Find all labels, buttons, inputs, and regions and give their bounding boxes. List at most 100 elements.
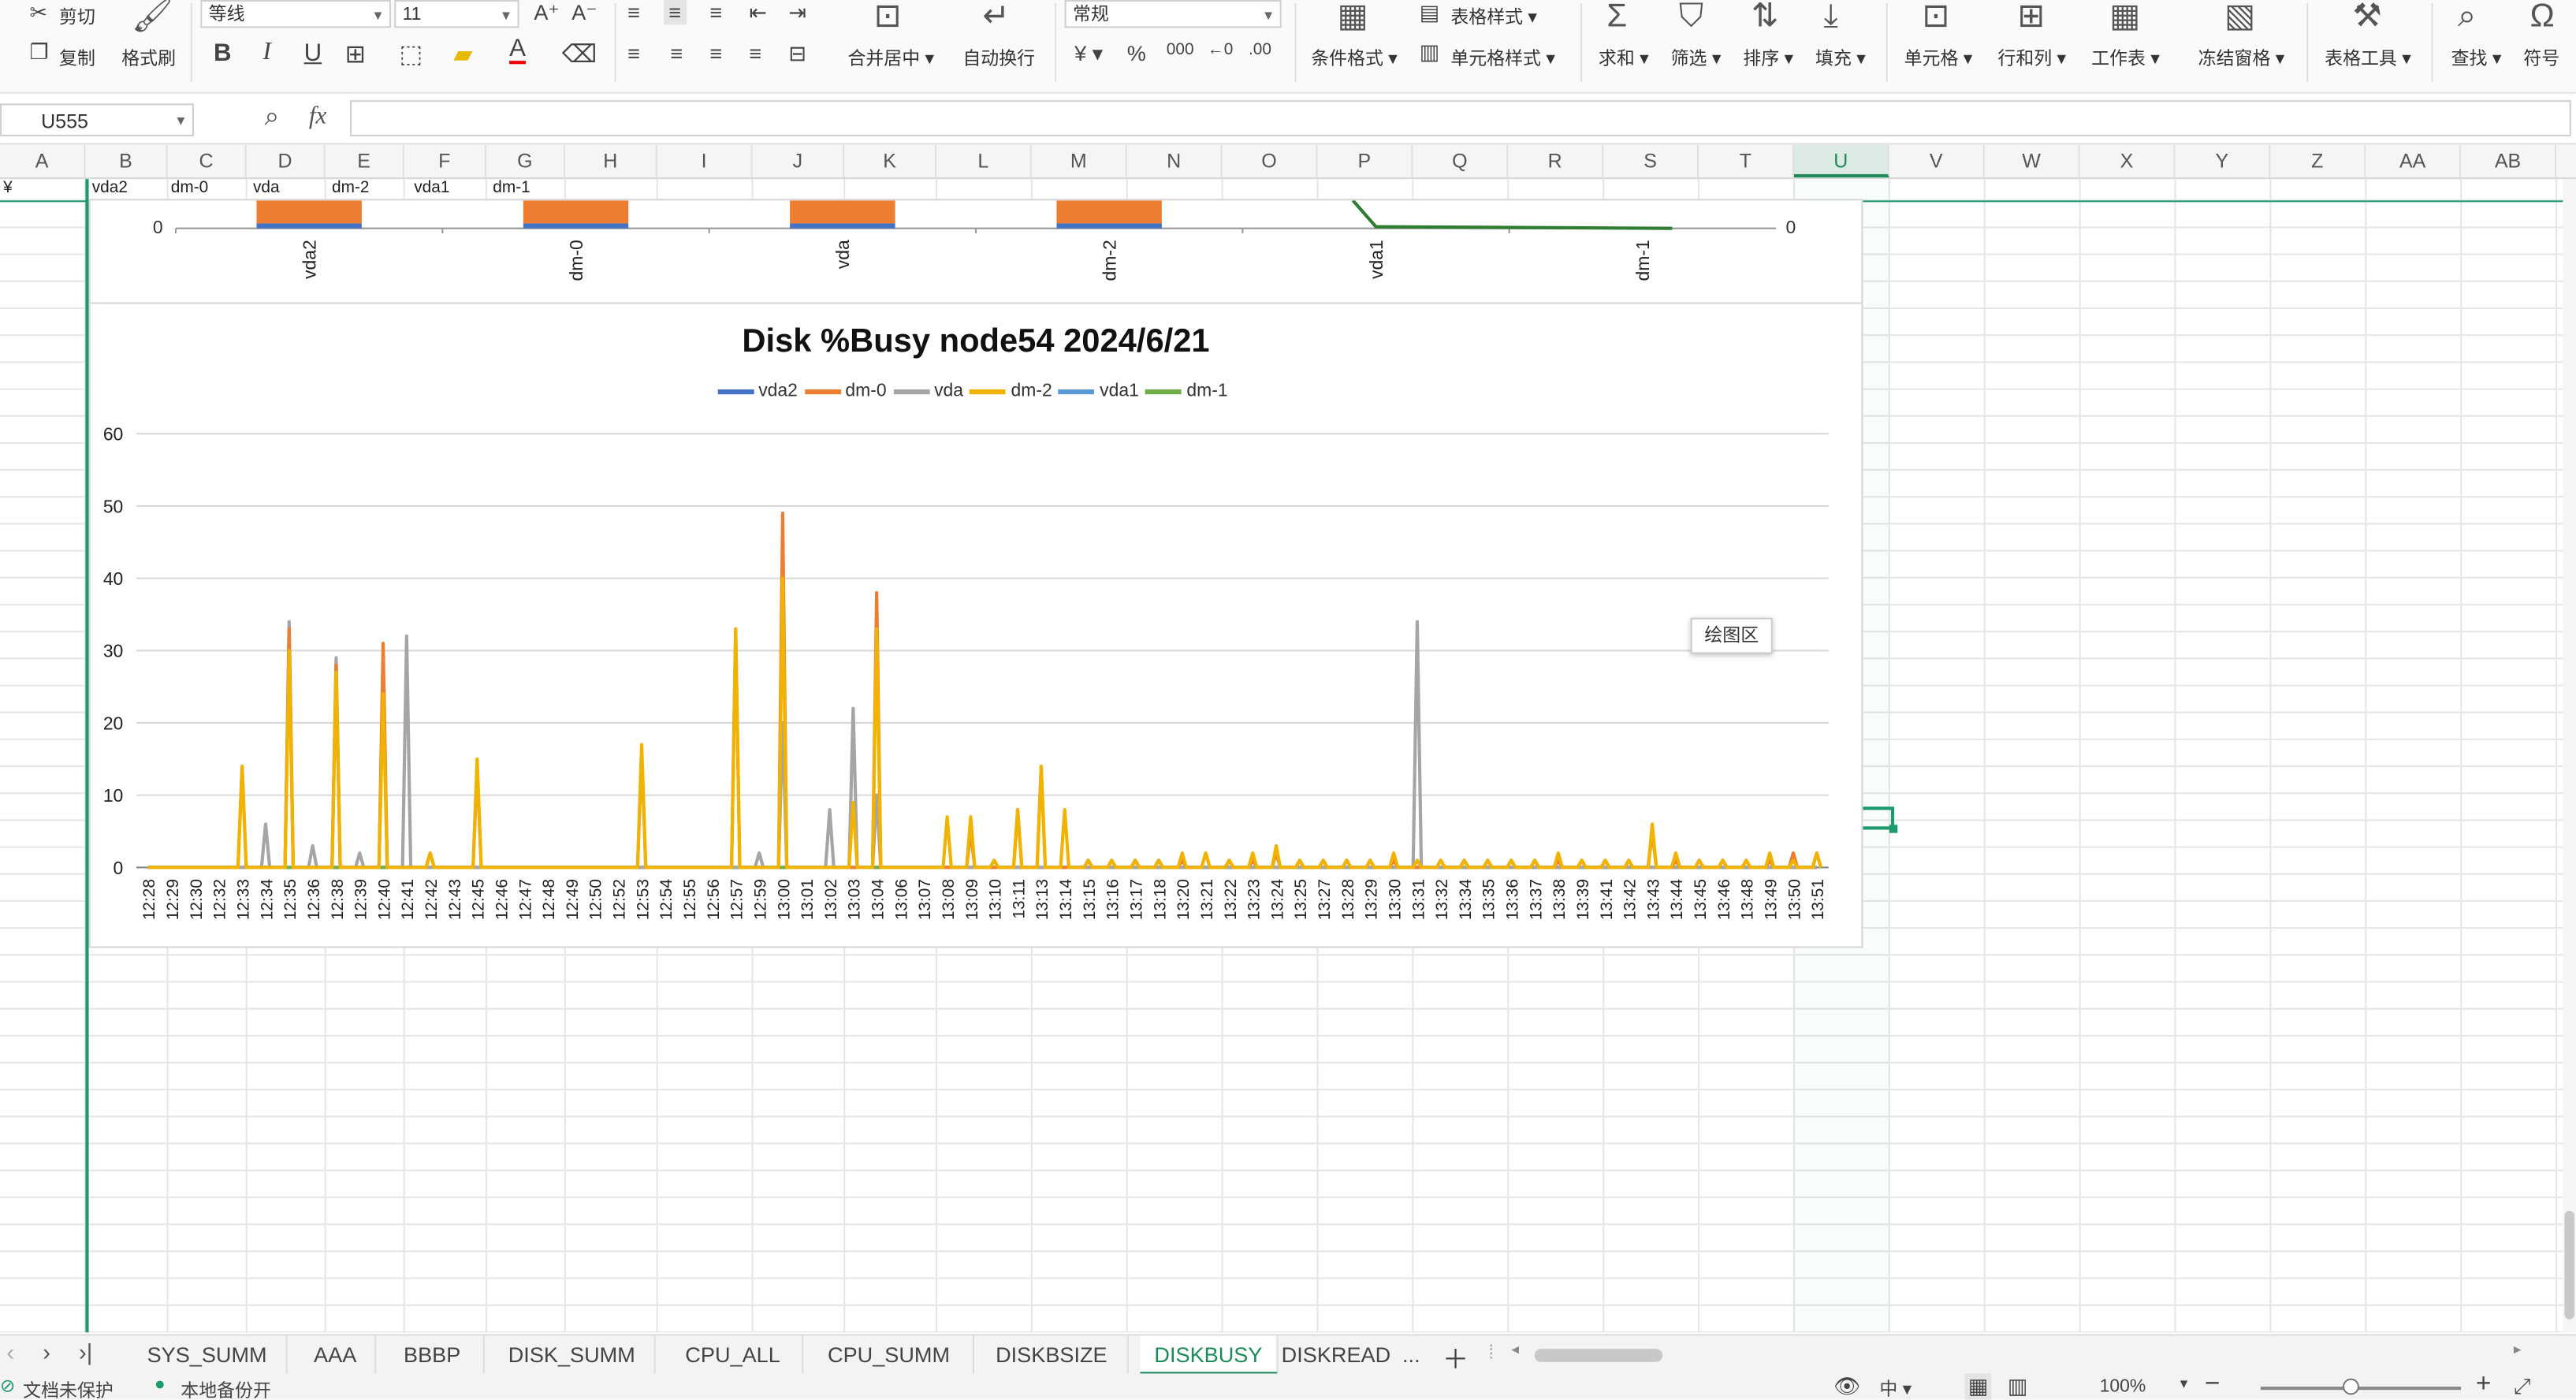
fill-icon[interactable]: ⤓: [1823, 0, 1837, 33]
filter-icon[interactable]: ⛉: [1679, 0, 1703, 33]
currency-icon[interactable]: ¥ ▾: [1074, 41, 1103, 67]
normal-view-icon[interactable]: ▦: [1964, 1373, 1992, 1400]
column-header-c[interactable]: C: [168, 144, 247, 178]
worksheet-button[interactable]: 工作表 ▾: [2091, 44, 2160, 70]
sheet-tab-diskbusy[interactable]: DISKBUSY: [1140, 1335, 1279, 1376]
italic-icon[interactable]: I: [262, 39, 270, 67]
search-icon[interactable]: ⌕: [2458, 0, 2476, 33]
column-header-o[interactable]: O: [1223, 144, 1318, 178]
cell-style-icon[interactable]: ▥: [1420, 39, 1440, 65]
column-header-k[interactable]: K: [844, 144, 936, 178]
cell-style-button[interactable]: 单元格样式 ▾: [1450, 44, 1555, 70]
cell-c[interactable]: dm-0: [171, 179, 209, 197]
protect-status[interactable]: 文档未保护: [23, 1377, 114, 1400]
fill-handle[interactable]: [1889, 825, 1898, 833]
column-header-v[interactable]: V: [1889, 144, 1985, 178]
cell-icon[interactable]: ⊡: [1923, 0, 1950, 33]
copy-button[interactable]: 复制: [59, 44, 95, 70]
column-header-y[interactable]: Y: [2175, 144, 2271, 178]
bold-icon[interactable]: B: [214, 39, 232, 67]
cell-d[interactable]: vda: [253, 179, 280, 197]
column-header-i[interactable]: I: [657, 144, 753, 178]
font-color-icon[interactable]: A: [509, 36, 526, 65]
column-header-x[interactable]: X: [2080, 144, 2176, 178]
decrease-font-icon[interactable]: A⁻: [571, 0, 597, 26]
zoom-out-icon[interactable]: −: [2205, 1370, 2220, 1400]
zoom-dropdown-icon[interactable]: ▾: [2180, 1375, 2187, 1393]
eye-icon[interactable]: 👁: [1833, 1373, 1860, 1399]
cell-a[interactable]: ¥: [3, 179, 13, 197]
column-header-ab[interactable]: AB: [2461, 144, 2557, 178]
column-header-w[interactable]: W: [1985, 144, 2080, 178]
cell-b[interactable]: vda2: [92, 179, 128, 197]
scroll-right-icon[interactable]: ▸: [2514, 1341, 2521, 1359]
align-bottom-icon[interactable]: ≡: [709, 0, 722, 24]
column-header-aa[interactable]: AA: [2366, 144, 2462, 178]
cell-button[interactable]: 单元格 ▾: [1904, 44, 1973, 70]
sheet-tab-cpu-all[interactable]: CPU_ALL: [664, 1335, 804, 1376]
format-painter-button[interactable]: 格式刷: [121, 44, 176, 70]
cell-fill-icon[interactable]: ⬚: [399, 39, 423, 69]
zoom-slider[interactable]: [2260, 1387, 2462, 1391]
formula-input[interactable]: [349, 100, 2571, 136]
eraser-icon[interactable]: ⌫: [562, 39, 597, 69]
copy-icon[interactable]: ❐: [30, 39, 49, 65]
horizontal-scroll-thumb[interactable]: [1534, 1349, 1663, 1362]
disk-busy-chart[interactable]: Disk %Busy node54 2024/6/21 vda2 dm-0 vda d…: [88, 302, 1863, 948]
sheet-tab-aaa[interactable]: AAA: [296, 1335, 377, 1376]
column-header-l[interactable]: L: [936, 144, 1032, 178]
vertical-scrollbar[interactable]: [2563, 179, 2576, 1333]
zoom-slider-knob[interactable]: [2343, 1378, 2359, 1395]
freeze-button[interactable]: 冻结窗格 ▾: [2198, 44, 2285, 70]
freeze-icon[interactable]: ▧: [2224, 0, 2255, 33]
scroll-left-icon[interactable]: ◂: [1511, 1341, 1518, 1359]
table-tools-icon[interactable]: ⚒: [2353, 0, 2382, 33]
underline-icon[interactable]: U: [304, 39, 322, 67]
merge-center-button[interactable]: 合并居中 ▾: [847, 44, 934, 70]
column-header-s[interactable]: S: [1603, 144, 1699, 178]
more-tabs-button[interactable]: ...: [1397, 1335, 1427, 1375]
decrease-decimal-icon[interactable]: .00: [1249, 41, 1271, 59]
align-middle-icon[interactable]: ≡: [664, 0, 687, 25]
category-chart[interactable]: vda2 dm-0 vda dm-2 vda1 dm-1 0 0: [88, 199, 1863, 306]
merge-center-icon[interactable]: ⊡: [874, 0, 902, 33]
thousands-icon[interactable]: 000: [1167, 41, 1194, 59]
sheet-tab-sys-summ[interactable]: SYS_SUMM: [128, 1335, 288, 1376]
column-header-p[interactable]: P: [1318, 144, 1413, 178]
filter-button[interactable]: 筛选 ▾: [1671, 44, 1722, 70]
sheet-tab-cpu-summ[interactable]: CPU_SUMM: [805, 1335, 974, 1376]
rows-cols-icon[interactable]: ⊞: [2017, 0, 2045, 33]
column-header-f[interactable]: F: [404, 144, 486, 178]
input-mode[interactable]: 中 ▾: [1879, 1375, 1912, 1400]
column-header-h[interactable]: H: [565, 144, 657, 178]
column-header-q[interactable]: Q: [1413, 144, 1509, 178]
sum-icon[interactable]: Σ: [1606, 0, 1627, 33]
increase-decimal-icon[interactable]: ←0: [1208, 41, 1233, 59]
tab-divider-handle[interactable]: ⁞: [1488, 1341, 1494, 1364]
align-top-icon[interactable]: ≡: [627, 0, 640, 24]
wrap-text-button[interactable]: 自动换行: [962, 44, 1035, 70]
number-format-select[interactable]: 常规 ▼: [1064, 0, 1282, 28]
horizontal-scrollbar[interactable]: ◂ ▸: [1511, 1341, 2529, 1365]
indent-decrease-icon[interactable]: ⇤: [749, 0, 767, 26]
wrap-text-icon[interactable]: ↵: [982, 0, 1010, 33]
add-sheet-icon[interactable]: ＋: [1442, 1338, 1469, 1377]
percent-icon[interactable]: %: [1127, 41, 1146, 65]
column-header-b[interactable]: B: [85, 144, 168, 178]
font-size-select[interactable]: 11 ▼: [394, 0, 519, 28]
zoom-level[interactable]: 100%: [2100, 1377, 2146, 1397]
table-tools-button[interactable]: 表格工具 ▾: [2325, 44, 2411, 70]
worksheet-icon[interactable]: ▦: [2109, 0, 2140, 33]
cut-button[interactable]: 剪切: [59, 3, 95, 29]
column-header-t[interactable]: T: [1699, 144, 1794, 178]
symbol-icon[interactable]: Ω: [2530, 0, 2555, 33]
page-view-icon[interactable]: ▥: [2008, 1373, 2028, 1399]
column-header-j[interactable]: J: [753, 144, 845, 178]
border-icon[interactable]: ⊞: [345, 39, 366, 69]
column-header-n[interactable]: N: [1127, 144, 1223, 178]
column-header-z[interactable]: Z: [2270, 144, 2366, 178]
symbol-button[interactable]: 符号: [2523, 44, 2559, 70]
sheet-tab-diskread[interactable]: DISKREAD: [1282, 1335, 1391, 1375]
column-header-m[interactable]: M: [1032, 144, 1127, 178]
sheet-tab-disk-summ[interactable]: DISK_SUMM: [490, 1335, 656, 1376]
